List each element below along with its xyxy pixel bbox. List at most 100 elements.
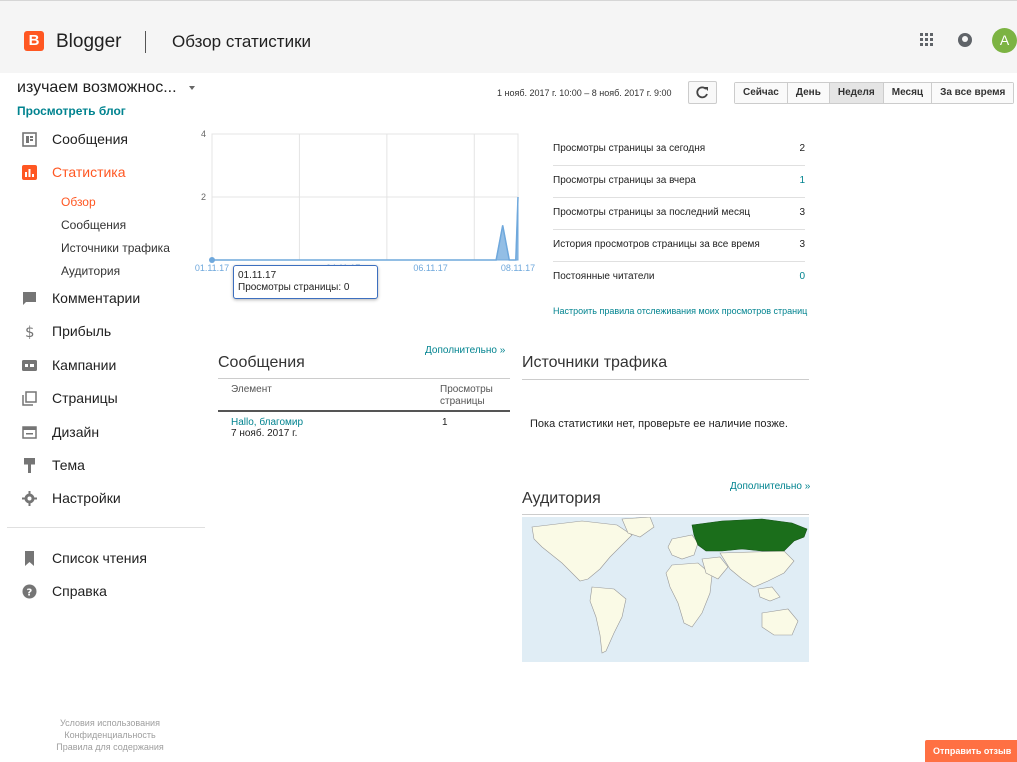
sidebar-item-help[interactable]: ? Справка [0,580,200,604]
title-separator [145,31,146,53]
pageviews-line [212,196,519,261]
top-bar: B Blogger Обзор статистики A [0,0,1017,73]
stat-value: 3 [799,239,805,250]
stat-row: Просмотры страницы за сегодня 2 [553,134,805,166]
map-north-america [531,520,633,582]
comments-icon [23,292,36,305]
sidebar-item-label: Настройки [52,490,121,506]
sidebar-item-label: Кампании [52,357,117,373]
bookmark-icon [25,551,34,566]
sidebar-item-label: Страницы [52,390,118,406]
pages-icon [22,391,37,406]
divider [522,514,809,515]
posts-more-link[interactable]: Дополнительно » [425,345,505,356]
audience-more-link[interactable]: Дополнительно » [730,481,810,492]
help-icon: ? [22,584,37,599]
column-header-views: Просмотры страницы [440,384,493,407]
traffic-section-title: Источники трафика [522,354,668,371]
sidebar-item-settings[interactable]: Настройки [0,487,200,511]
avatar[interactable]: A [992,28,1017,53]
post-title-link[interactable]: Hallo, благомир [231,417,303,428]
chart-tooltip: 01.11.17 Просмотры страницы: 0 [233,265,378,299]
stat-label: История просмотров страницы за все время [553,239,760,250]
map-russia-highlight [691,518,808,552]
sidebar-item-stats[interactable]: Статистика [0,161,200,185]
blogger-logo-icon[interactable]: B [24,31,44,51]
divider [218,410,510,412]
stat-row: Просмотры страницы за вчера 1 [553,166,805,198]
stat-value[interactable]: 1 [799,175,805,186]
pageviews-area [212,196,519,261]
map-africa [665,562,713,628]
settings-icon [22,491,37,506]
tracking-rules-link[interactable]: Настроить правила отслеживания моих прос… [553,306,813,317]
earnings-icon: $ [25,324,35,339]
data-point [209,257,215,263]
blog-selector[interactable]: изучаем возможнос... [17,79,195,97]
period-month-button[interactable]: Месяц [883,83,933,103]
sidebar-item-label: Справка [52,583,107,599]
sidebar-item-layout[interactable]: Дизайн [0,421,200,445]
refresh-button[interactable] [688,81,717,104]
sidebar-item-posts[interactable]: Сообщения [0,128,200,152]
brand-name[interactable]: Blogger [56,31,122,53]
period-week-button[interactable]: Неделя [829,83,884,103]
stat-label: Просмотры страницы за последний месяц [553,207,751,218]
subnav-audience[interactable]: Аудитория [61,264,120,278]
view-blog-link[interactable]: Просмотреть блог [17,104,126,118]
period-selector: Сейчас День Неделя Месяц За все время [734,82,1015,104]
sidebar-item-label: Дизайн [52,424,100,440]
chevron-down-icon [188,85,195,90]
content-policy-link[interactable]: Правила для содержания [20,741,200,753]
map-australia [761,608,799,636]
svg-text:?: ? [27,588,33,599]
terms-link[interactable]: Условия использования [20,717,200,729]
apps-grid-icon[interactable] [920,33,934,47]
sidebar-item-label: Сообщения [52,131,128,147]
stats-summary: Просмотры страницы за сегодня 2 Просмотры… [553,134,805,294]
sidebar-item-label: Комментарии [52,290,141,306]
posts-icon [22,132,37,147]
campaigns-icon [22,360,37,371]
stat-label: Просмотры страницы за вчера [553,175,696,186]
sidebar-item-pages[interactable]: Страницы [0,387,200,411]
tooltip-text: Просмотры страницы: 0 [238,282,350,293]
posts-section-title: Сообщения [218,354,305,371]
sidebar-item-campaigns[interactable]: Кампании [0,354,200,378]
map-south-america [589,586,627,654]
divider [218,378,510,379]
footer-links: Условия использования Конфиденциальность… [20,717,200,753]
x-tick-label: 06.11.17 [413,263,447,273]
audience-section-title: Аудитория [522,490,601,507]
sidebar-item-earnings[interactable]: $ Прибыль [0,320,200,344]
subnav-overview[interactable]: Обзор [61,195,96,209]
svg-text:$: $ [25,324,35,339]
sidebar-item-theme[interactable]: Тема [0,454,200,478]
stat-row: Просмотры страницы за последний месяц 3 [553,198,805,230]
stat-value: 3 [799,207,805,218]
subnav-traffic-sources[interactable]: Источники трафика [61,241,170,255]
stat-row: Постоянные читатели 0 [553,262,805,294]
period-now-button[interactable]: Сейчас [735,83,788,103]
sidebar-item-comments[interactable]: Комментарии [0,287,200,311]
notifications-icon[interactable] [958,33,972,47]
period-all-time-button[interactable]: За все время [932,83,1014,103]
privacy-link[interactable]: Конфиденциальность [20,729,200,741]
map-europe [667,534,699,560]
post-date: 7 нояб. 2017 г. [231,428,298,439]
layout-icon [22,426,37,439]
sidebar-item-reading-list[interactable]: Список чтения [0,547,200,571]
page-title: Обзор статистики [172,32,311,51]
traffic-empty-message: Пока статистики нет, проверьте ее наличи… [530,418,788,430]
subnav-posts[interactable]: Сообщения [61,218,126,232]
stat-value[interactable]: 0 [799,271,805,282]
stats-icon [22,165,37,180]
stat-label: Постоянные читатели [553,271,655,282]
send-feedback-button[interactable]: Отправить отзыв [925,740,1017,762]
period-day-button[interactable]: День [787,83,830,103]
x-tick-label: 08.11.17 [501,263,535,273]
divider [522,379,809,380]
audience-world-map[interactable] [522,517,809,662]
sidebar-item-label: Тема [52,457,85,473]
stat-row: История просмотров страницы за все время… [553,230,805,262]
